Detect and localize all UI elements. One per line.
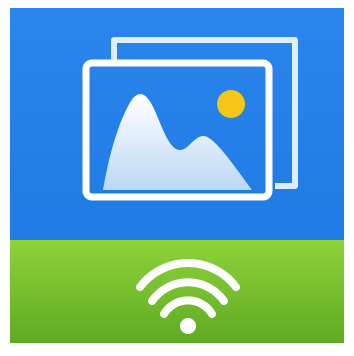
photo-wifi-transfer-icon — [10, 8, 344, 343]
app-icon — [0, 0, 354, 351]
grass-background — [10, 240, 344, 343]
sun-icon — [217, 90, 245, 118]
